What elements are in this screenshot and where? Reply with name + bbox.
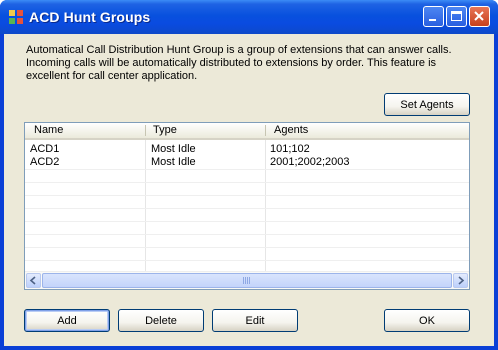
minimize-button[interactable] [423, 6, 444, 27]
cell-type: Most Idle [151, 156, 196, 168]
edit-button[interactable]: Edit [212, 309, 298, 332]
row-gridline [25, 260, 469, 261]
scroll-thumb[interactable] [42, 273, 452, 288]
column-header-type[interactable]: Type [153, 123, 177, 138]
app-icon [9, 10, 23, 24]
set-agents-button[interactable]: Set Agents [384, 93, 470, 116]
column-header-name[interactable]: Name [34, 123, 63, 138]
window-title: ACD Hunt Groups [29, 9, 151, 25]
maximize-icon [451, 11, 462, 21]
row-gridline [25, 234, 469, 235]
row-gridline [25, 182, 469, 183]
column-separator[interactable] [265, 125, 266, 136]
grip-icon [243, 277, 251, 284]
delete-button[interactable]: Delete [118, 309, 204, 332]
table-row[interactable]: ACD1 Most Idle 101;102 [25, 143, 469, 156]
row-gridline [25, 208, 469, 209]
chevron-left-icon [29, 276, 36, 285]
close-button[interactable] [469, 6, 490, 27]
title-bar[interactable]: ACD Hunt Groups [0, 0, 498, 34]
cell-agents: 101;102 [270, 143, 310, 155]
table-row[interactable]: ACD2 Most Idle 2001;2002;2003 [25, 156, 469, 169]
cell-type: Most Idle [151, 143, 196, 155]
hunt-groups-list[interactable]: Name Type Agents ACD1 Most Idle 101;102 … [24, 122, 470, 290]
close-icon [474, 11, 484, 21]
row-gridline [25, 195, 469, 196]
dialog-window: ACD Hunt Groups Automatical Call Distrib… [0, 0, 498, 350]
scroll-left-button[interactable] [26, 273, 41, 288]
ok-button[interactable]: OK [384, 309, 470, 332]
scroll-right-button[interactable] [453, 273, 468, 288]
column-separator[interactable] [145, 125, 146, 136]
cell-agents: 2001;2002;2003 [270, 156, 350, 168]
column-header-agents[interactable]: Agents [274, 123, 308, 138]
description-text: Automatical Call Distribution Hunt Group… [26, 44, 452, 82]
cell-name: ACD2 [30, 156, 60, 168]
dialog-body: Automatical Call Distribution Hunt Group… [4, 34, 494, 346]
row-gridline [25, 247, 469, 248]
row-gridline [25, 221, 469, 222]
add-button[interactable]: Add [24, 309, 110, 332]
cell-name: ACD1 [30, 143, 60, 155]
minimize-icon [429, 19, 436, 21]
maximize-button[interactable] [446, 6, 467, 27]
list-header: Name Type Agents [25, 123, 469, 140]
row-gridline [25, 169, 469, 170]
chevron-right-icon [458, 276, 465, 285]
horizontal-scrollbar[interactable] [25, 271, 469, 289]
